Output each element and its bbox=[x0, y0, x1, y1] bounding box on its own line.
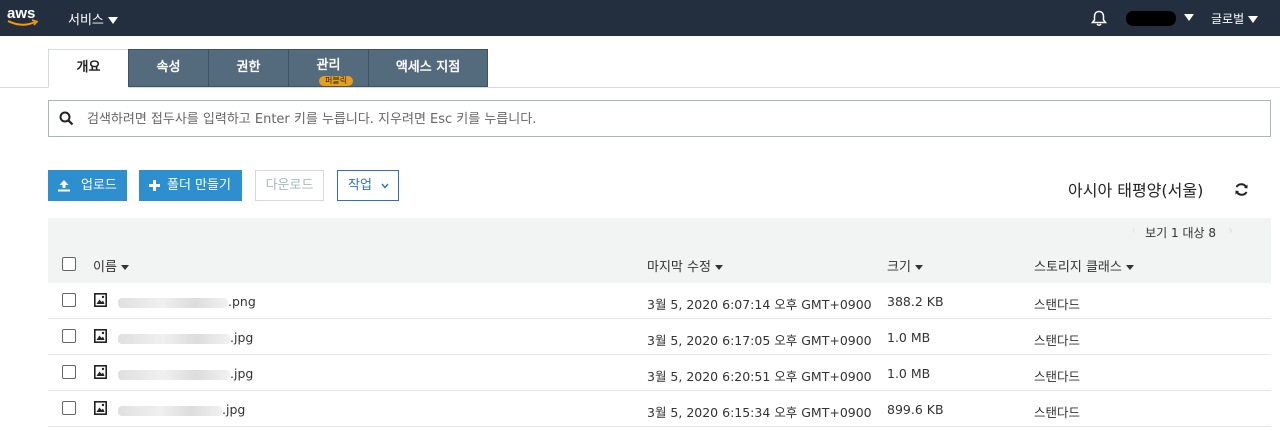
tab-label: 속성 bbox=[156, 60, 181, 75]
size-cell: 899.6 KB bbox=[887, 402, 944, 417]
sort-icon bbox=[714, 265, 723, 270]
global-label: 글로벌 bbox=[1211, 12, 1245, 26]
tab-label: 개요 bbox=[76, 60, 101, 75]
tab-label: 권한 bbox=[236, 60, 261, 75]
last-modified-cell: 3월 5, 2020 6:15:34 오후 GMT+0900 bbox=[647, 405, 872, 420]
table-row[interactable]: .png 3월 5, 2020 6:07:14 오후 GMT+0900 388.… bbox=[48, 283, 1271, 319]
column-label: 스토리지 클래스 bbox=[1034, 260, 1122, 275]
download-button[interactable]: 다운로드 bbox=[255, 170, 324, 201]
top-nav: aws 서비스 글로벌 bbox=[0, 0, 1280, 36]
column-label: 마지막 수정 bbox=[647, 260, 711, 275]
file-extension: .jpg bbox=[222, 402, 246, 417]
table-row[interactable]: .jpg 3월 5, 2020 6:15:34 오후 GMT+0900 899.… bbox=[48, 391, 1271, 427]
public-badge: 퍼블릭 bbox=[319, 76, 354, 86]
create-folder-button[interactable]: 폴더 만들기 bbox=[139, 170, 242, 201]
tab-management[interactable]: 관리퍼블릭 bbox=[288, 49, 369, 87]
file-name[interactable]: .png bbox=[118, 294, 256, 309]
table-row[interactable]: .jpg 3월 5, 2020 6:20:51 오후 GMT+0900 1.0 … bbox=[48, 355, 1271, 391]
file-name[interactable]: .jpg bbox=[118, 402, 245, 417]
previous-page-icon[interactable]: ‹ bbox=[1131, 223, 1136, 237]
sort-icon bbox=[120, 265, 129, 270]
actions-label: 작업 bbox=[348, 178, 372, 193]
size-cell: 388.2 KB bbox=[887, 294, 944, 309]
search-input[interactable] bbox=[87, 108, 1257, 130]
services-label: 서비스 bbox=[68, 13, 104, 28]
image-file-icon bbox=[94, 293, 107, 307]
file-extension: .jpg bbox=[230, 330, 254, 345]
plus-icon bbox=[149, 180, 160, 191]
storage-class-cell: 스탠다드 bbox=[1034, 369, 1081, 384]
region-global-menu[interactable]: 글로벌 bbox=[1211, 10, 1259, 27]
table-header: 이름 마지막 수정 크기 스토리지 클래스 bbox=[48, 244, 1271, 284]
tab-divider bbox=[0, 87, 1280, 88]
account-chevron-down-icon[interactable] bbox=[1184, 14, 1194, 21]
storage-class-cell: 스탠다드 bbox=[1034, 405, 1081, 420]
column-label: 이름 bbox=[93, 260, 117, 275]
storage-class-cell: 스탠다드 bbox=[1034, 333, 1081, 348]
tab-properties[interactable]: 속성 bbox=[128, 49, 209, 87]
column-storage-class[interactable]: 스토리지 클래스 bbox=[1034, 256, 1134, 275]
account-menu[interactable] bbox=[1126, 11, 1176, 26]
last-modified-cell: 3월 5, 2020 6:07:14 오후 GMT+0900 bbox=[647, 297, 872, 312]
last-modified-cell: 3월 5, 2020 6:20:51 오후 GMT+0900 bbox=[647, 369, 872, 384]
redacted-name bbox=[118, 369, 230, 380]
image-file-icon bbox=[94, 329, 107, 343]
upload-label: 업로드 bbox=[81, 178, 117, 193]
tab-overview[interactable]: 개요 bbox=[48, 49, 129, 88]
file-extension: .png bbox=[228, 294, 256, 309]
image-file-icon bbox=[94, 401, 107, 415]
download-label: 다운로드 bbox=[265, 178, 314, 193]
sort-icon bbox=[1125, 265, 1134, 270]
chevron-down-icon bbox=[381, 183, 389, 189]
row-checkbox[interactable] bbox=[62, 293, 76, 307]
next-page-icon[interactable]: › bbox=[1228, 223, 1233, 237]
region-label: 아시아 태평양(서울) bbox=[1068, 181, 1204, 200]
row-checkbox[interactable] bbox=[62, 401, 76, 415]
tab-label: 액세스 지점 bbox=[395, 60, 461, 75]
size-cell: 1.0 MB bbox=[887, 366, 931, 381]
aws-logo[interactable]: aws bbox=[7, 5, 39, 31]
upload-icon bbox=[58, 180, 70, 192]
search-icon bbox=[59, 111, 74, 126]
file-name[interactable]: .jpg bbox=[118, 330, 253, 345]
smile-icon bbox=[7, 19, 39, 26]
pagination-bar: ‹ 보기 1 대상 8 › bbox=[48, 218, 1271, 244]
refresh-icon[interactable] bbox=[1234, 182, 1249, 197]
row-checkbox[interactable] bbox=[62, 365, 76, 379]
upload-button[interactable]: 업로드 bbox=[48, 170, 127, 201]
sort-icon bbox=[914, 265, 923, 270]
last-modified-cell: 3월 5, 2020 6:17:05 오후 GMT+0900 bbox=[647, 333, 872, 348]
tab-label: 관리 bbox=[316, 58, 341, 73]
pagination-text: 보기 1 대상 8 bbox=[1145, 226, 1216, 240]
column-label: 크기 bbox=[887, 260, 911, 275]
create-folder-label: 폴더 만들기 bbox=[167, 178, 231, 193]
redacted-name bbox=[118, 405, 222, 416]
column-last-modified[interactable]: 마지막 수정 bbox=[647, 256, 723, 275]
search-box bbox=[48, 100, 1271, 137]
select-all-checkbox[interactable] bbox=[62, 257, 76, 271]
redacted-name bbox=[118, 333, 230, 344]
table-row[interactable]: .jpg 3월 5, 2020 6:17:05 오후 GMT+0900 1.0 … bbox=[48, 319, 1271, 355]
file-extension: .jpg bbox=[230, 366, 254, 381]
column-size[interactable]: 크기 bbox=[887, 256, 923, 275]
tab-permissions[interactable]: 권한 bbox=[208, 49, 289, 87]
image-file-icon bbox=[94, 365, 107, 379]
services-menu[interactable]: 서비스 bbox=[68, 9, 118, 28]
chevron-down-icon bbox=[107, 17, 118, 24]
actions-dropdown[interactable]: 작업 bbox=[337, 170, 399, 201]
bell-icon[interactable] bbox=[1091, 10, 1107, 27]
size-cell: 1.0 MB bbox=[887, 330, 931, 345]
row-checkbox[interactable] bbox=[62, 329, 76, 343]
storage-class-cell: 스탠다드 bbox=[1034, 297, 1081, 312]
redacted-name bbox=[118, 297, 228, 308]
file-name[interactable]: .jpg bbox=[118, 366, 253, 381]
chevron-down-icon bbox=[1248, 16, 1259, 23]
tab-access-points[interactable]: 액세스 지점 bbox=[368, 49, 488, 87]
column-name[interactable]: 이름 bbox=[93, 256, 129, 275]
